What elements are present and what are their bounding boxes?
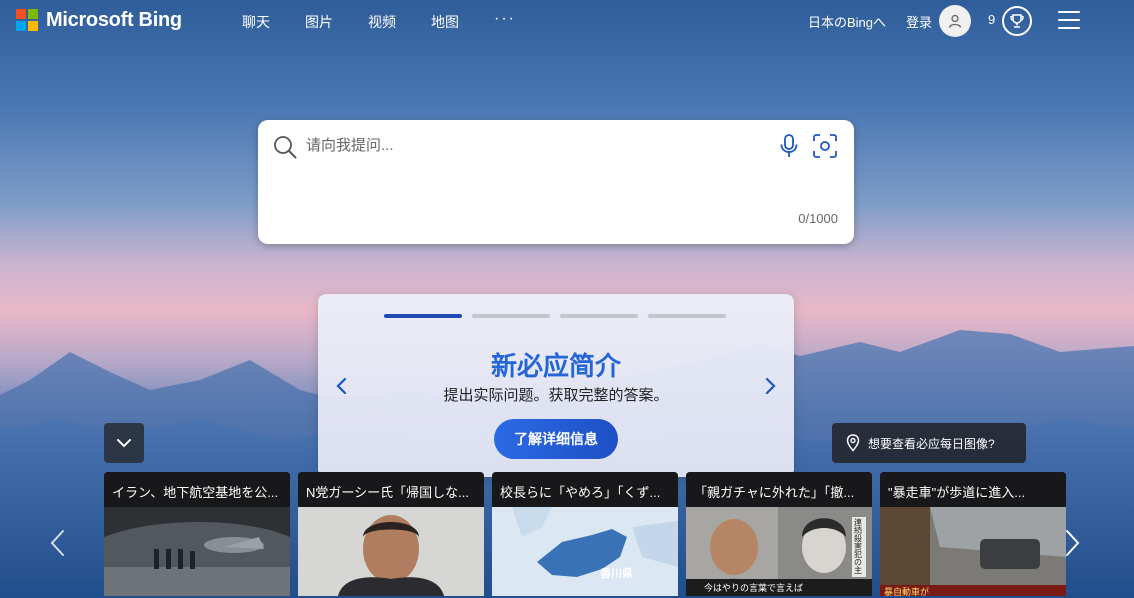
menu-icon-line <box>1058 27 1080 29</box>
news-card[interactable]: イラン、地下航空基地を公... <box>104 472 290 596</box>
promo-next-chevron-icon[interactable] <box>762 376 778 396</box>
news-card[interactable]: "暴走車"が歩道に進入... 暴自動車が <box>880 472 1066 596</box>
region-switch-link[interactable]: 日本のBingへ <box>808 12 886 31</box>
microsoft-logo-icon <box>16 9 38 31</box>
microphone-icon[interactable] <box>778 133 800 159</box>
promo-card: 新必应简介 提出实际问题。获取完整的答案。 了解详细信息 <box>318 294 794 477</box>
rewards-points[interactable]: 9 <box>988 12 995 27</box>
card5-strip: 暴自動車が <box>884 587 930 596</box>
news-card-image <box>298 507 484 596</box>
avatar[interactable] <box>939 5 971 37</box>
news-card-title: N党ガーシー氏「帰国しな... <box>298 472 484 507</box>
main-nav: 聊天 图片 视频 地图 ··· <box>242 11 551 32</box>
news-prev-chevron-icon[interactable] <box>48 528 68 558</box>
promo-subtitle: 提出实际问题。获取完整的答案。 <box>443 387 669 404</box>
news-card-image: 今はやりの言葉で言えば 連続殺害犯の主 <box>686 507 872 596</box>
top-header: Microsoft Bing 聊天 图片 视频 地图 ··· 日本のBingへ … <box>0 0 1134 40</box>
promo-title: 新必应简介 <box>490 351 621 381</box>
logo-square-green <box>28 9 38 19</box>
news-card[interactable]: N党ガーシー氏「帰国しな... <box>298 472 484 596</box>
visual-search-icon[interactable] <box>812 133 838 159</box>
news-card[interactable]: 「親ガチャに外れた」「撤... 今はやりの言葉で言えば 連続殺害犯の主 <box>686 472 872 596</box>
search-box[interactable]: 0/1000 <box>258 120 854 244</box>
logo-square-red <box>16 9 26 19</box>
bing-logo[interactable]: Microsoft Bing <box>16 8 182 32</box>
news-card-title: "暴走車"が歩道に進入... <box>880 472 1066 507</box>
news-card-title: 「親ガチャに外れた」「撤... <box>686 472 872 507</box>
news-carousel: イラン、地下航空基地を公... N党ガーシー氏「帰国しな... 校長らに「やめろ… <box>104 472 1066 596</box>
user-icon <box>948 14 962 28</box>
brand-name: Microsoft Bing <box>46 8 182 31</box>
map-label: 香川県 <box>600 568 633 580</box>
search-icon <box>274 136 297 159</box>
promo-progress-step[interactable] <box>384 314 462 318</box>
nav-images[interactable]: 图片 <box>305 12 333 32</box>
daily-image-info-label: 想要查看必应每日图像? <box>868 436 995 451</box>
logo-square-blue <box>16 21 26 31</box>
news-card-image <box>104 507 290 596</box>
promo-progress-step[interactable] <box>560 314 638 318</box>
news-card-image: 香川県 <box>492 507 678 596</box>
menu-icon-line <box>1058 19 1080 21</box>
trophy-icon <box>1010 14 1024 28</box>
news-card-image: 暴自動車が <box>880 507 1066 596</box>
promo-progress-step[interactable] <box>472 314 550 318</box>
collapse-button[interactable] <box>104 423 144 463</box>
nav-more-button[interactable]: ··· <box>494 11 516 32</box>
char-counter: 0/1000 <box>798 211 838 226</box>
side-caption: 連続殺害犯の主 <box>854 518 862 575</box>
login-link[interactable]: 登录 <box>906 12 932 31</box>
logo-square-yellow <box>28 21 38 31</box>
news-card[interactable]: 校長らに「やめろ」「くず... 香川県 <box>492 472 678 596</box>
menu-icon-line <box>1058 11 1080 13</box>
news-card-title: 校長らに「やめろ」「くず... <box>492 472 678 507</box>
daily-image-info-button[interactable]: 想要查看必应每日图像? <box>832 423 1026 463</box>
menu-button[interactable] <box>1058 11 1080 29</box>
promo-progress <box>384 314 736 318</box>
search-input[interactable] <box>306 134 766 156</box>
location-pin-icon <box>846 434 860 452</box>
nav-chat[interactable]: 聊天 <box>242 12 270 32</box>
learn-more-button[interactable]: 了解详细信息 <box>494 419 618 459</box>
nav-videos[interactable]: 视频 <box>368 12 396 32</box>
rewards-button[interactable] <box>1002 6 1032 36</box>
chevron-down-icon <box>117 439 131 448</box>
news-card-title: イラン、地下航空基地を公... <box>104 472 290 507</box>
promo-progress-step[interactable] <box>648 314 726 318</box>
nav-maps[interactable]: 地图 <box>431 12 459 32</box>
tv-caption: 今はやりの言葉で言えば <box>704 583 804 593</box>
